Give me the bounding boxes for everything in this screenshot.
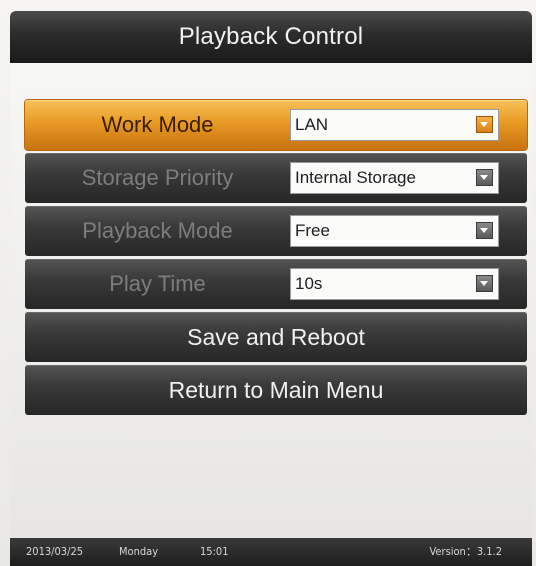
status-day: Monday (119, 545, 159, 558)
status-version: Version：3.1.2 (429, 545, 502, 558)
settings-menu: Work Mode LAN Storage Priority Internal … (25, 100, 527, 418)
work-mode-select[interactable]: LAN (290, 109, 499, 141)
title-bar: Playback Control (10, 11, 532, 63)
save-and-reboot-button[interactable]: Save and Reboot (25, 312, 527, 362)
setting-row-work-mode[interactable]: Work Mode LAN (25, 100, 527, 150)
screen: Playback Control Work Mode LAN Storage P… (10, 11, 532, 566)
page-title: Playback Control (178, 23, 364, 50)
status-time: 15:01 (200, 545, 229, 558)
setting-label: Play Time (109, 271, 206, 296)
select-value: Free (295, 221, 330, 240)
device-frame: Playback Control Work Mode LAN Storage P… (0, 0, 536, 566)
setting-label: Storage Priority (81, 165, 234, 190)
select-value: LAN (295, 115, 329, 134)
select-value: 10s (295, 274, 323, 293)
status-bar: 2013/03/25 Monday 15:01 Version：3.1.2 (10, 538, 532, 566)
select-value: Internal Storage (295, 168, 416, 187)
chevron-down-icon[interactable] (476, 275, 493, 292)
chevron-down-icon[interactable] (476, 222, 493, 239)
setting-row-playback-mode[interactable]: Playback Mode Free (25, 206, 527, 256)
chevron-down-icon[interactable] (476, 116, 493, 133)
playback-mode-select[interactable]: Free (290, 215, 499, 247)
status-date: 2013/03/25 (26, 545, 84, 558)
setting-row-storage-priority[interactable]: Storage Priority Internal Storage (25, 153, 527, 203)
return-to-main-menu-button[interactable]: Return to Main Menu (25, 365, 527, 415)
setting-label: Playback Mode (82, 218, 233, 243)
setting-row-play-time[interactable]: Play Time 10s (25, 259, 527, 309)
storage-priority-select[interactable]: Internal Storage (290, 162, 499, 194)
setting-label: Work Mode (101, 112, 214, 137)
play-time-select[interactable]: 10s (290, 268, 499, 300)
chevron-down-icon[interactable] (476, 169, 493, 186)
